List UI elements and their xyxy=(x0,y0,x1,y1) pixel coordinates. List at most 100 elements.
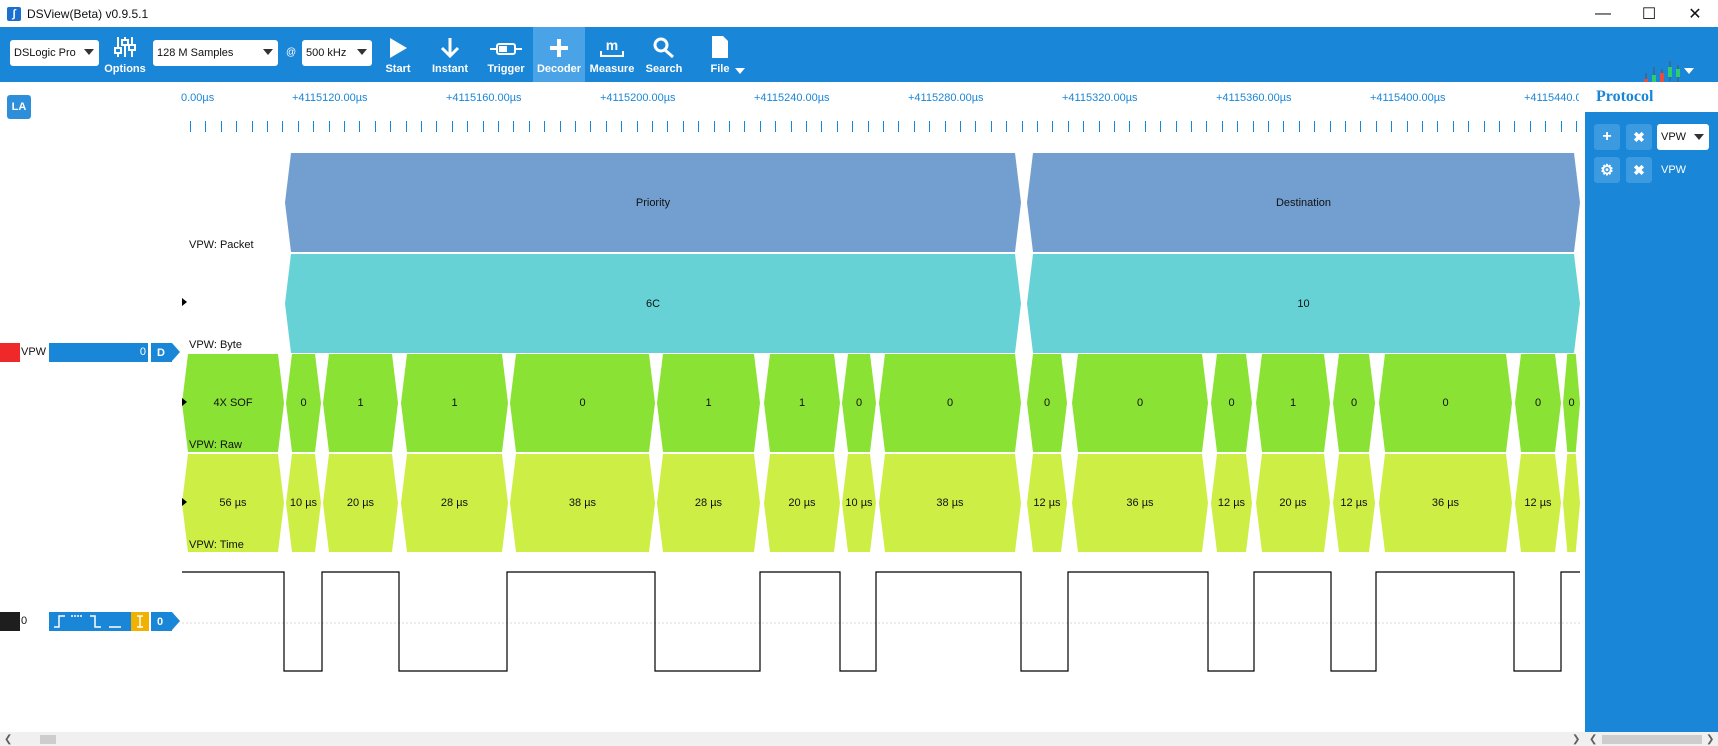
decoded-segment[interactable]: 12 µs xyxy=(1515,454,1561,552)
decoded-segment[interactable]: 38 µs xyxy=(879,454,1021,552)
decoded-segment[interactable]: Priority xyxy=(285,153,1021,252)
decoded-segment[interactable]: 1 xyxy=(1256,354,1330,452)
decoded-segment[interactable]: 20 µs xyxy=(323,454,398,552)
trigger-icon xyxy=(490,43,522,55)
scroll-right-icon[interactable]: ❯ xyxy=(1572,734,1580,745)
decoded-segment[interactable]: 10 µs xyxy=(286,454,321,552)
decoder-channel-name[interactable]: VPW xyxy=(21,346,46,358)
ruler-tick xyxy=(1206,121,1207,132)
decoded-segment[interactable]: 1 xyxy=(657,354,760,452)
decoded-segment[interactable]: 38 µs xyxy=(510,454,655,552)
instant-button[interactable]: Instant xyxy=(424,27,476,82)
minimize-button[interactable]: — xyxy=(1580,0,1626,27)
add-decoder-button[interactable]: + xyxy=(1594,124,1620,150)
segment-label: 56 µs xyxy=(219,497,247,509)
scroll-right-icon[interactable]: ❯ xyxy=(1706,734,1714,745)
scrollbar-thumb[interactable] xyxy=(1602,735,1702,744)
scrollbar-thumb[interactable] xyxy=(40,735,56,744)
decoded-segment[interactable]: 12 µs xyxy=(1333,454,1375,552)
ruler-tick xyxy=(359,121,360,132)
expand-arrow-icon[interactable] xyxy=(182,498,187,506)
decoded-segment[interactable]: 20 µs xyxy=(1256,454,1330,552)
decoded-segment[interactable]: 1 xyxy=(401,354,508,452)
ruler-tick xyxy=(190,121,191,132)
decoded-segment[interactable]: 12 µs xyxy=(1027,454,1067,552)
decoded-segment[interactable]: Destination xyxy=(1027,153,1580,252)
decoded-segment[interactable]: 0 xyxy=(879,354,1021,452)
decoded-segment[interactable]: 0 xyxy=(1563,354,1580,452)
la-mode-badge[interactable]: LA xyxy=(7,95,31,119)
decoded-segment[interactable]: 0 xyxy=(1072,354,1208,452)
decoded-segment[interactable]: 0 xyxy=(1515,354,1561,452)
divider xyxy=(148,343,150,362)
search-button[interactable]: Search xyxy=(638,27,690,82)
device-select[interactable]: DSLogic Pro xyxy=(10,40,99,66)
decoder-settings-button[interactable]: ⚙ xyxy=(1594,157,1620,183)
panel-horizontal-scrollbar[interactable] xyxy=(1585,732,1718,746)
trigger-label: Trigger xyxy=(487,63,525,75)
decoded-segment[interactable]: 0 xyxy=(286,354,321,452)
measure-button[interactable]: m Measure xyxy=(586,27,638,82)
decoded-segment[interactable]: 36 µs xyxy=(1072,454,1208,552)
decoded-segment[interactable]: 20 µs xyxy=(764,454,840,552)
protocol-select[interactable]: VPW xyxy=(1657,124,1709,150)
ruler-tick xyxy=(221,121,222,132)
expand-arrow-icon[interactable] xyxy=(182,398,187,406)
scroll-left-icon[interactable]: ❮ xyxy=(1589,734,1597,745)
decoder-channel-value: 0 xyxy=(139,346,146,358)
ruler-tick xyxy=(1453,121,1454,132)
remove-all-decoders-button[interactable]: ✖ xyxy=(1626,124,1652,150)
decoder-list-item[interactable]: VPW xyxy=(1661,164,1686,176)
ruler-tick xyxy=(1576,121,1577,132)
options-button[interactable]: Options xyxy=(99,27,151,82)
decoded-segment[interactable]: 0 xyxy=(1027,354,1067,452)
ruler-tick xyxy=(1099,121,1100,132)
ruler-tick xyxy=(883,121,884,132)
decoded-segment[interactable]: 36 µs xyxy=(1379,454,1512,552)
ruler-tick xyxy=(375,121,376,132)
more-menu-icon[interactable] xyxy=(1684,68,1694,74)
decoded-segment[interactable]: 28 µs xyxy=(401,454,508,552)
decoded-segment[interactable]: 28 µs xyxy=(657,454,760,552)
segment-label: 0 xyxy=(1568,397,1575,409)
decoded-segment[interactable]: 1 xyxy=(764,354,840,452)
decoded-segment[interactable]: 0 xyxy=(510,354,655,452)
sample-depth-select[interactable]: 128 M Samples xyxy=(153,40,278,66)
horizontal-scrollbar[interactable] xyxy=(0,732,1585,746)
segment-label: 0 xyxy=(579,397,586,409)
decoded-segment[interactable]: 10 xyxy=(1027,254,1580,353)
decoded-segment[interactable]: 1 xyxy=(323,354,398,452)
decoded-segment[interactable]: 6C xyxy=(285,254,1021,353)
scroll-left-icon[interactable]: ❮ xyxy=(4,734,12,745)
ruler-tick xyxy=(991,121,992,132)
decoder-channel-color[interactable] xyxy=(0,343,20,362)
decoded-segment[interactable]: 10 µs xyxy=(842,454,876,552)
decoder-button[interactable]: Decoder xyxy=(533,27,585,82)
expand-arrow-icon[interactable] xyxy=(182,298,187,306)
logic-waveform[interactable] xyxy=(0,560,1585,680)
file-menu-arrow-icon[interactable] xyxy=(735,68,745,74)
app-logo-icon: ∫ xyxy=(7,6,21,21)
ruler-tick xyxy=(914,121,915,132)
title-bar: ∫ DSView(Beta) v0.9.5.1 — ☐ ✕ xyxy=(0,0,1718,27)
close-button[interactable]: ✕ xyxy=(1672,0,1718,27)
decoder-tag[interactable]: D xyxy=(151,343,180,362)
decoded-segment[interactable]: 4X SOF xyxy=(182,354,284,452)
decoded-segment[interactable]: 0 xyxy=(1333,354,1375,452)
decoded-segment[interactable]: 0 xyxy=(1211,354,1252,452)
decoded-segment[interactable]: 0 xyxy=(1379,354,1512,452)
decoded-segment[interactable] xyxy=(1563,454,1580,552)
maximize-button[interactable]: ☐ xyxy=(1626,0,1672,27)
ruler-tick xyxy=(1376,121,1377,132)
decoded-segment[interactable]: 12 µs xyxy=(1211,454,1252,552)
ruler-label: +4115400.00µs xyxy=(1370,92,1446,104)
ruler-tick xyxy=(960,121,961,132)
segment-label: 12 µs xyxy=(1033,497,1061,509)
remove-decoder-button[interactable]: ✖ xyxy=(1626,157,1652,183)
sample-rate-select[interactable]: 500 kHz xyxy=(302,40,372,66)
trigger-button[interactable]: Trigger xyxy=(480,27,532,82)
decoded-segment[interactable]: 0 xyxy=(842,354,876,452)
decoder-channel-bar[interactable]: 0 xyxy=(49,343,149,362)
decoded-segment[interactable]: 56 µs xyxy=(182,454,284,552)
start-button[interactable]: Start xyxy=(372,27,424,82)
